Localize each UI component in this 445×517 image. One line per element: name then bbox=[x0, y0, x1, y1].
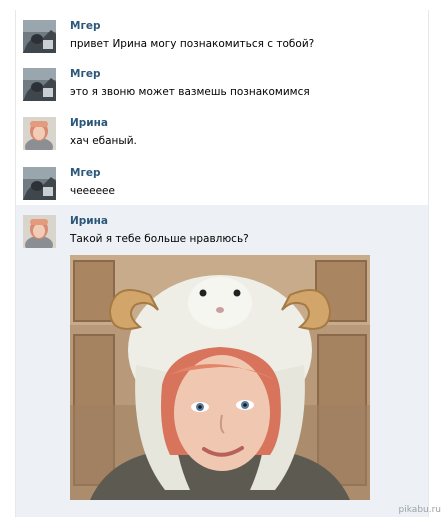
message-author[interactable]: Мгер bbox=[70, 20, 428, 33]
male-avatar[interactable] bbox=[23, 167, 56, 200]
message-history: Мгер привет Ирина могу познакомиться с т… bbox=[15, 10, 429, 517]
female-avatar[interactable] bbox=[23, 215, 56, 248]
message-item: Мгер привет Ирина могу познакомиться с т… bbox=[16, 10, 428, 58]
message-item: Мгер чееееее bbox=[16, 157, 428, 205]
message-text: привет Ирина могу познакомиться с тобой? bbox=[70, 38, 315, 50]
female-avatar[interactable] bbox=[23, 117, 56, 150]
message-author[interactable]: Ирина bbox=[70, 117, 428, 130]
attached-photo[interactable] bbox=[70, 255, 370, 500]
message-author[interactable]: Ирина bbox=[70, 215, 428, 228]
message-item: Ирина Такой я тебе больше нравлюсь? bbox=[16, 205, 428, 517]
message-text: это я звоню может вазмешь познакомимся bbox=[70, 86, 310, 98]
message-item: Мгер это я звоню может вазмешь познакоми… bbox=[16, 58, 428, 107]
message-text: хач ебаный. bbox=[70, 135, 137, 147]
message-text: Такой я тебе больше нравлюсь? bbox=[70, 233, 249, 245]
message-author[interactable]: Мгер bbox=[70, 68, 428, 81]
message-text: чееееее bbox=[70, 185, 115, 197]
male-avatar[interactable] bbox=[23, 20, 56, 53]
male-avatar[interactable] bbox=[23, 68, 56, 101]
watermark: pikabu.ru bbox=[398, 505, 441, 515]
message-author[interactable]: Мгер bbox=[70, 167, 428, 180]
message-item: Ирина хач ебаный. bbox=[16, 107, 428, 157]
